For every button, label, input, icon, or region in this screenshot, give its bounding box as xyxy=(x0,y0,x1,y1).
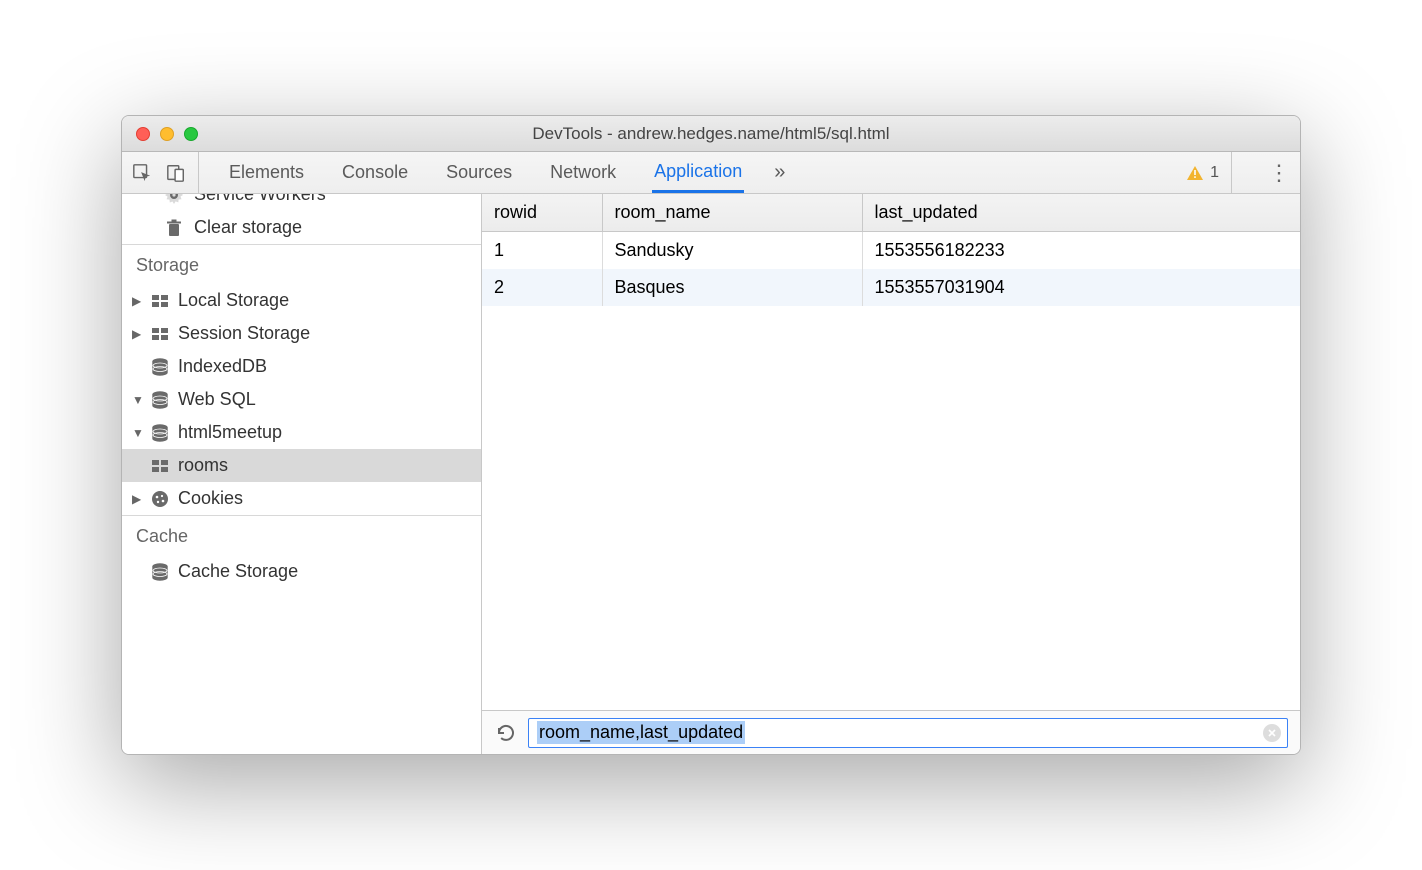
warning-count: 1 xyxy=(1210,164,1219,182)
table-cell: 1 xyxy=(482,232,602,270)
traffic-lights xyxy=(136,127,198,141)
inspect-element-icon[interactable] xyxy=(132,163,152,183)
clear-input-button[interactable] xyxy=(1263,724,1281,742)
sidebar-item-clear-storage[interactable]: Clear storage xyxy=(122,211,481,244)
sidebar-item-web-sql[interactable]: ▼ Web SQL xyxy=(122,383,481,416)
cookie-icon xyxy=(150,489,170,509)
tab-elements[interactable]: Elements xyxy=(227,152,306,193)
sidebar-item-label: IndexedDB xyxy=(178,356,267,377)
tab-console[interactable]: Console xyxy=(340,152,410,193)
sidebar-item-label: Web SQL xyxy=(178,389,256,410)
sidebar-item-label: Clear storage xyxy=(194,217,302,238)
tab-network[interactable]: Network xyxy=(548,152,618,193)
tab-application[interactable]: Application xyxy=(652,152,744,193)
sidebar-item-cache-storage[interactable]: Cache Storage xyxy=(122,555,481,588)
table-row[interactable]: 1Sandusky1553556182233 xyxy=(482,232,1300,270)
close-window-button[interactable] xyxy=(136,127,150,141)
db-icon xyxy=(150,390,170,410)
refresh-button[interactable] xyxy=(494,721,518,745)
sidebar-item-session-storage[interactable]: ▶ Session Storage xyxy=(122,317,481,350)
sidebar-item-label: rooms xyxy=(178,455,228,476)
gear-icon xyxy=(164,194,184,205)
window-title: DevTools - andrew.hedges.name/html5/sql.… xyxy=(134,124,1288,144)
sidebar-item-local-storage[interactable]: ▶ Local Storage xyxy=(122,284,481,317)
websql-table-view: rowidroom_namelast_updated 1Sandusky1553… xyxy=(482,194,1300,710)
table-icon xyxy=(150,456,170,476)
table-cell: Sandusky xyxy=(602,232,862,270)
tree-arrow-icon: ▶ xyxy=(132,294,142,308)
maximize-window-button[interactable] xyxy=(184,127,198,141)
sidebar-item-html5meetup[interactable]: ▼ html5meetup xyxy=(122,416,481,449)
column-header-rowid[interactable]: rowid xyxy=(482,194,602,232)
sidebar-item-label: Cache Storage xyxy=(178,561,298,582)
sql-query-text: room_name,last_updated xyxy=(537,721,745,744)
table-icon xyxy=(150,324,170,344)
tree-arrow-icon: ▶ xyxy=(132,492,142,506)
sidebar-item-label: Service Workers xyxy=(194,194,326,205)
sidebar-item-label: Cookies xyxy=(178,488,243,509)
more-tabs-button[interactable]: » xyxy=(772,152,787,193)
table-cell: 1553557031904 xyxy=(862,269,1300,306)
warning-icon xyxy=(1186,164,1204,182)
sidebar-item-label: html5meetup xyxy=(178,422,282,443)
device-toolbar-icon[interactable] xyxy=(166,163,186,183)
settings-menu-button[interactable]: ⋮ xyxy=(1260,160,1290,186)
warnings-indicator[interactable]: 1 xyxy=(1186,152,1232,193)
sidebar-item-label: Local Storage xyxy=(178,290,289,311)
devtools-window: DevTools - andrew.hedges.name/html5/sql.… xyxy=(121,115,1301,755)
sidebar-item-rooms[interactable]: rooms xyxy=(122,449,481,482)
db-icon xyxy=(150,562,170,582)
devtools-tabbar: Elements Console Sources Network Application… xyxy=(122,152,1300,194)
table-icon xyxy=(150,291,170,311)
main-content: rowidroom_namelast_updated 1Sandusky1553… xyxy=(482,194,1300,754)
column-header-last_updated[interactable]: last_updated xyxy=(862,194,1300,232)
sql-query-input[interactable]: room_name,last_updated xyxy=(528,718,1288,748)
db-icon xyxy=(150,423,170,443)
titlebar: DevTools - andrew.hedges.name/html5/sql.… xyxy=(122,116,1300,152)
sidebar-section-cache: Cache xyxy=(122,515,481,555)
table-cell: 1553556182233 xyxy=(862,232,1300,270)
db-icon xyxy=(150,357,170,377)
application-sidebar: Service Workers Clear storage Storage ▶ Loc… xyxy=(122,194,482,754)
trash-icon xyxy=(164,218,184,238)
tree-arrow-icon: ▼ xyxy=(132,393,142,407)
sidebar-section-storage: Storage xyxy=(122,244,481,284)
table-cell: Basques xyxy=(602,269,862,306)
sidebar-item-indexeddb[interactable]: IndexedDB xyxy=(122,350,481,383)
tab-sources[interactable]: Sources xyxy=(444,152,514,193)
sidebar-item-label: Session Storage xyxy=(178,323,310,344)
tree-arrow-icon: ▶ xyxy=(132,327,142,341)
tree-arrow-icon: ▼ xyxy=(132,426,142,440)
sidebar-item-cookies[interactable]: ▶ Cookies xyxy=(122,482,481,515)
table-cell: 2 xyxy=(482,269,602,306)
minimize-window-button[interactable] xyxy=(160,127,174,141)
sidebar-item-service-workers[interactable]: Service Workers xyxy=(122,194,481,211)
query-bar: room_name,last_updated xyxy=(482,710,1300,754)
table-row[interactable]: 2Basques1553557031904 xyxy=(482,269,1300,306)
column-header-room_name[interactable]: room_name xyxy=(602,194,862,232)
